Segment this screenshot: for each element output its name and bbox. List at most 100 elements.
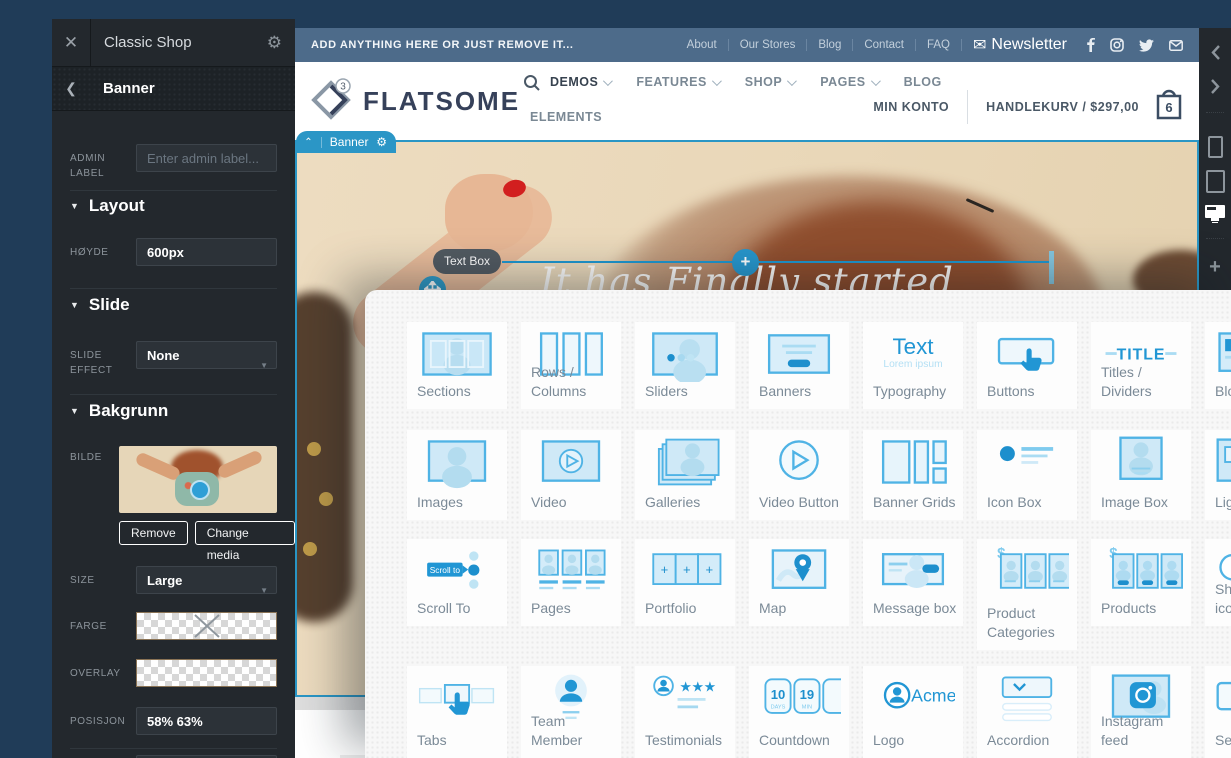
element-card-sliders[interactable]: Sliders [635, 322, 735, 409]
element-card-sections[interactable]: Sections [407, 322, 507, 409]
element-card-video-button[interactable]: Video Button [749, 430, 849, 520]
element-card-products[interactable]: $Products [1091, 539, 1191, 626]
flatsome-diamond-icon: 3 [309, 78, 353, 124]
site-logo[interactable]: 3 FLATSOME [309, 78, 520, 124]
newsletter-link[interactable]: ✉ Newsletter [962, 35, 1078, 55]
element-card-typography[interactable]: TextLorem ipsumTypography [863, 322, 963, 409]
element-card-instagram-feed[interactable]: Instagram feed [1091, 666, 1191, 758]
element-card-team-member[interactable]: Team Member [521, 666, 621, 758]
element-card-logo[interactable]: AcmeLogo [863, 666, 963, 758]
textbox-element-label[interactable]: Text Box [433, 249, 501, 274]
color-swatch-transparent[interactable] [136, 612, 277, 640]
topbar-message[interactable]: ADD ANYTHING HERE OR JUST REMOVE IT... [295, 39, 676, 51]
element-card-video[interactable]: Video [521, 430, 621, 520]
cart-link[interactable]: HANDLEKURV / $297,00 [986, 100, 1139, 114]
svg-text:+: + [705, 562, 713, 577]
element-card-label: Typography [873, 382, 959, 402]
change-media-button[interactable]: Change media [195, 521, 295, 545]
search-icon[interactable] [523, 74, 541, 92]
element-card-accordion[interactable]: Accordion [977, 666, 1077, 758]
element-card-countdown[interactable]: 10DAYS19MINCountdown [749, 666, 849, 758]
section-layout[interactable]: ▼ Layout [70, 196, 145, 216]
banner-section-tag[interactable]: ⌃ Banner ⚙ [296, 131, 396, 153]
element-card-banner-grids[interactable]: Banner Grids [863, 430, 963, 520]
element-card-banners[interactable]: Banners [749, 322, 849, 409]
tablet-view-icon[interactable] [1199, 170, 1231, 193]
add-element-icon[interactable]: + [732, 249, 759, 276]
element-card-rows-columns[interactable]: Rows / Columns [521, 322, 621, 409]
account-link[interactable]: MIN KONTO [873, 100, 949, 114]
size-select[interactable]: Large ▼ [136, 566, 277, 594]
site-topbar: ADD ANYTHING HERE OR JUST REMOVE IT... A… [295, 28, 1199, 62]
section-background[interactable]: ▼ Bakgrunn [70, 401, 168, 421]
position-input[interactable]: 58% 63% [136, 707, 277, 735]
element-card-message-box[interactable]: Message box [863, 539, 963, 626]
gear-icon[interactable]: ⚙ [267, 33, 295, 53]
element-card-portfolio[interactable]: +++Portfolio [635, 539, 735, 626]
element-card-search[interactable]: Sea [1205, 666, 1231, 758]
cart-bag-icon[interactable]: 6 [1153, 86, 1185, 127]
add-icon[interactable]: + [1199, 256, 1231, 279]
nav-right: MIN KONTO HANDLEKURV / $297,00 6 [873, 86, 1185, 127]
menu-item-features[interactable]: FEATURES [636, 75, 718, 89]
testimonials-icon: ★★★ [635, 670, 735, 726]
chevron-right-icon[interactable] [1199, 79, 1231, 94]
slide-effect-select[interactable]: None ▼ [136, 341, 277, 369]
close-icon[interactable]: ✕ [52, 19, 91, 66]
topbar-link-about[interactable]: About [676, 39, 728, 51]
twitter-icon[interactable] [1139, 39, 1154, 52]
svg-text:Acme: Acme [911, 686, 955, 706]
element-card-tabs[interactable]: Tabs [407, 666, 507, 758]
admin-label-input[interactable]: Enter admin label... [136, 144, 277, 172]
element-card-product-categories[interactable]: $Product Categories [977, 539, 1077, 650]
menu-item-pages[interactable]: PAGES [820, 75, 877, 89]
element-card-label: Galleries [645, 493, 731, 513]
menu-item-shop[interactable]: SHOP [745, 75, 794, 89]
topbar-link-our-stores[interactable]: Our Stores [729, 39, 807, 51]
element-card-lightbox[interactable]: Lig [1205, 430, 1231, 520]
overlay-label: OVERLAY [70, 659, 136, 682]
element-card-buttons[interactable]: Buttons [977, 322, 1077, 409]
topbar-link-blog[interactable]: Blog [807, 39, 852, 51]
element-card-icon-box[interactable]: Icon Box [977, 430, 1077, 520]
chevron-left-icon[interactable] [1199, 45, 1231, 60]
email-icon[interactable] [1169, 40, 1183, 51]
overlay-swatch-transparent[interactable] [136, 659, 277, 687]
remove-button[interactable]: Remove [119, 521, 188, 545]
element-card-image-box[interactable]: Image Box [1091, 430, 1191, 520]
element-card-images[interactable]: Images [407, 430, 507, 520]
back-chevron-icon[interactable]: ❮ [52, 80, 90, 97]
mobile-view-icon[interactable] [1199, 136, 1231, 158]
instagram-icon[interactable] [1110, 38, 1124, 52]
element-card-testimonials[interactable]: ★★★Testimonials [635, 666, 735, 758]
section-slide[interactable]: ▼ Slide [70, 295, 130, 315]
logo-text: FLATSOME [363, 86, 520, 117]
topbar-link-faq[interactable]: FAQ [916, 39, 961, 51]
menu-item-elements[interactable]: ELEMENTS [530, 110, 602, 124]
element-card-galleries[interactable]: Galleries [635, 430, 735, 520]
gear-icon[interactable]: ⚙ [376, 135, 396, 149]
height-input[interactable]: 600px [136, 238, 277, 266]
element-card-map[interactable]: Map [749, 539, 849, 626]
topbar-link-contact[interactable]: Contact [853, 39, 915, 51]
menu-item-demos[interactable]: DEMOS [550, 75, 610, 89]
element-card-scroll-to[interactable]: Scroll toScroll To [407, 539, 507, 626]
element-card-blog[interactable]: Blo [1205, 322, 1231, 409]
element-card-label: Scroll To [417, 599, 503, 619]
facebook-icon[interactable] [1086, 38, 1095, 52]
admin-label-field: ADMIN LABEL Enter admin label... [70, 144, 277, 181]
desktop-view-icon[interactable] [1199, 205, 1231, 218]
element-card-label: Rows / Columns [531, 363, 617, 402]
background-image-thumbnail[interactable] [119, 446, 277, 513]
element-card-share[interactable]: Sha ico [1205, 539, 1231, 626]
element-card-label: Titles / Dividers [1101, 363, 1187, 402]
resize-handle[interactable] [1049, 251, 1054, 284]
triangle-down-icon: ▼ [70, 201, 79, 211]
svg-text:10: 10 [771, 687, 786, 702]
collapse-chevron-icon[interactable]: ⌃ [296, 137, 322, 148]
svg-text:+: + [683, 562, 691, 577]
height-label: HØYDE [70, 238, 136, 261]
focal-point-marker[interactable] [190, 480, 210, 500]
element-card-pages[interactable]: Pages [521, 539, 621, 626]
element-card-titles-dividers[interactable]: TITLETitles / Dividers [1091, 322, 1191, 409]
